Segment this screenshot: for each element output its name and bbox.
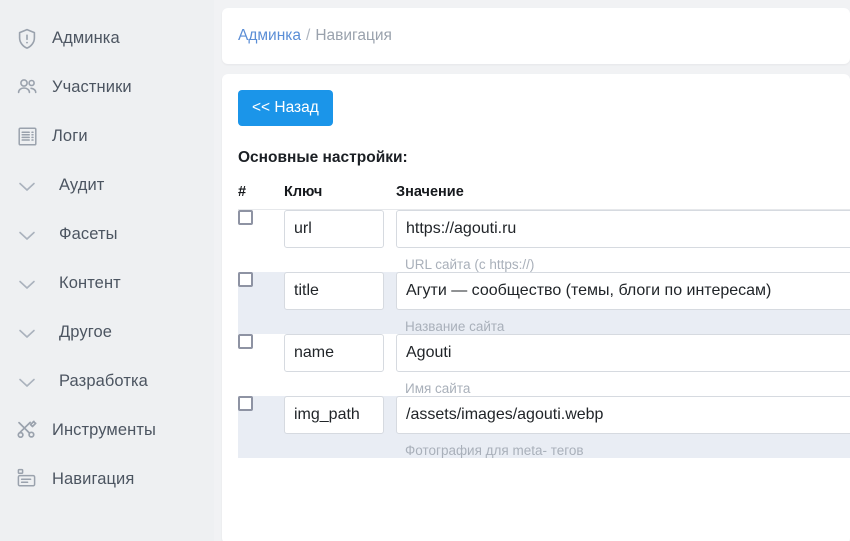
sidebar-item-label: Аудит [59, 176, 105, 194]
key-input[interactable] [284, 334, 384, 373]
table-body: URL сайта (с https://) Название сайта [238, 210, 850, 459]
row-select-cell [238, 334, 284, 396]
logs-receipt-icon [10, 122, 44, 152]
row-key-cell [284, 334, 396, 396]
row-value-cell: Фотография для meta- тегов [396, 396, 850, 459]
table-header-row: # Ключ Значение [238, 184, 850, 211]
row-select-cell [238, 396, 284, 459]
row-checkbox[interactable] [238, 272, 253, 288]
sidebar-item-label: Инструменты [52, 421, 156, 439]
table-row: Фотография для meta- тегов [238, 396, 850, 459]
key-input[interactable] [284, 272, 384, 311]
sidebar-item-instrumenty[interactable]: Инструменты [0, 406, 214, 455]
breadcrumb-separator: / [306, 27, 311, 44]
row-checkbox[interactable] [238, 210, 253, 226]
value-hint: Название сайта [405, 319, 505, 335]
sidebar-item-uchastniki[interactable]: Участники [0, 63, 214, 112]
sidebar-item-facety[interactable]: Фасеты [0, 210, 214, 259]
column-header-number: # [238, 184, 284, 211]
navigation-card-icon [10, 465, 44, 495]
sidebar-item-label: Навигация [52, 470, 135, 488]
column-header-value: Значение [396, 184, 850, 211]
table-row: URL сайта (с https://) [238, 210, 850, 273]
sidebar-item-label: Логи [52, 127, 88, 145]
row-select-cell [238, 272, 284, 335]
value-hint: Имя сайта [405, 381, 471, 397]
sidebar-item-label: Контент [59, 274, 121, 292]
sidebar-item-logi[interactable]: Логи [0, 112, 214, 161]
chevron-down-icon [10, 171, 44, 201]
value-input[interactable] [396, 210, 850, 249]
sidebar-item-label: Участники [52, 78, 132, 96]
sidebar-item-audit[interactable]: Аудит [0, 161, 214, 210]
chevron-down-icon [10, 220, 44, 250]
value-hint: URL сайта (с https://) [405, 257, 535, 273]
row-value-cell: Имя сайта [396, 334, 850, 396]
table-row: Имя сайта [238, 334, 850, 396]
row-value-cell: URL сайта (с https://) [396, 210, 850, 273]
row-key-cell [284, 210, 396, 273]
back-button[interactable]: << Назад [238, 90, 333, 127]
table-head: # Ключ Значение [238, 184, 850, 211]
row-value-cell: Название сайта [396, 272, 850, 335]
row-select-cell [238, 210, 284, 273]
sidebar-item-label: Другое [59, 323, 113, 341]
sidebar-item-razrabotka[interactable]: Разработка [0, 357, 214, 406]
column-header-key: Ключ [284, 184, 396, 211]
breadcrumb-link-adminka[interactable]: Админка [238, 27, 301, 45]
chevron-down-icon [10, 269, 44, 299]
key-input[interactable] [284, 396, 384, 435]
key-input[interactable] [284, 210, 384, 249]
settings-table: # Ключ Значение url https://agouti.ru UR… [238, 184, 850, 459]
settings-panel: << Назад Основные настройки: # Ключ Знач… [222, 74, 850, 541]
row-checkbox[interactable] [238, 334, 253, 350]
breadcrumb: Админка / Навигация [222, 8, 850, 64]
sidebar-item-label: Фасеты [59, 225, 118, 243]
users-icon [10, 73, 44, 103]
sidebar-item-label: Админка [52, 29, 120, 47]
row-key-cell [284, 272, 396, 335]
breadcrumb-current: Навигация [315, 27, 392, 44]
row-key-cell [284, 396, 396, 459]
sidebar-item-navigatsiya[interactable]: Навигация [0, 455, 214, 504]
row-checkbox[interactable] [238, 396, 253, 412]
admin-page: Админка Участники Логи Аудит Фасеты Конт… [0, 0, 850, 541]
sidebar-item-label: Разработка [59, 372, 148, 390]
tools-icon [10, 416, 44, 446]
sidebar-item-drugoe[interactable]: Другое [0, 308, 214, 357]
chevron-down-icon [10, 318, 44, 348]
main-content: Админка / Навигация << Назад Основные на… [214, 0, 850, 541]
value-input[interactable] [396, 334, 850, 373]
value-input[interactable] [396, 396, 850, 435]
table-row: Название сайта [238, 272, 850, 335]
chevron-down-icon [10, 367, 44, 397]
shield-alert-icon [10, 24, 44, 54]
sidebar-item-kontent[interactable]: Контент [0, 259, 214, 308]
sidebar: Админка Участники Логи Аудит Фасеты Конт… [0, 0, 214, 541]
value-input[interactable] [396, 272, 850, 311]
section-title: Основные настройки: [238, 149, 408, 167]
value-hint: Фотография для meta- тегов [405, 443, 584, 459]
sidebar-item-adminka[interactable]: Админка [0, 14, 214, 63]
